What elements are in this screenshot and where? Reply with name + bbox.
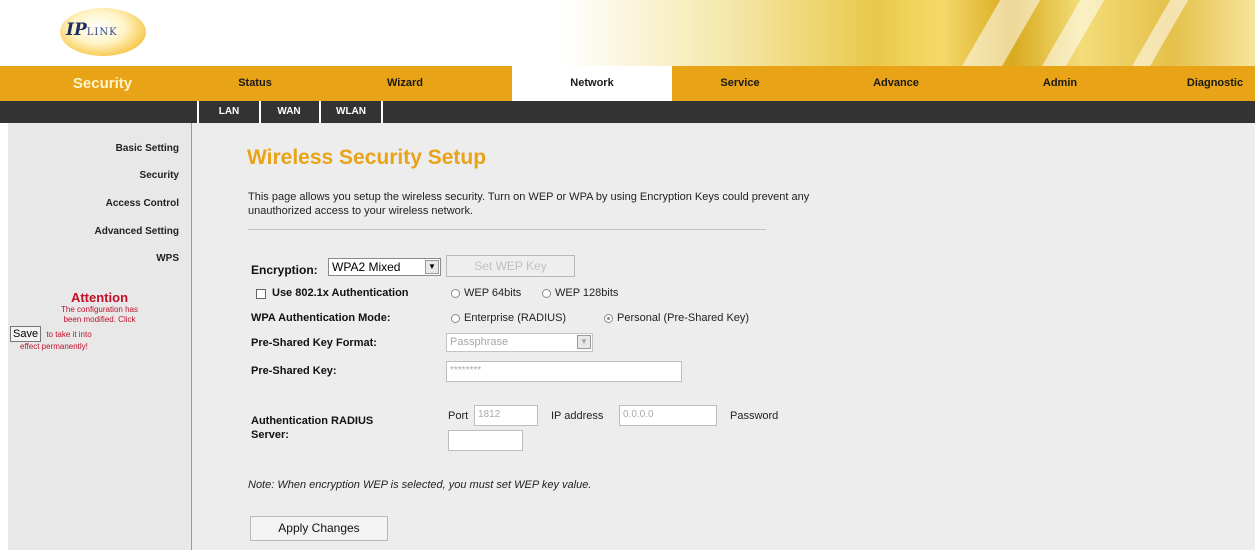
tab-service[interactable]: Service: [690, 66, 790, 101]
tab-advance[interactable]: Advance: [846, 66, 946, 101]
enterprise-radio[interactable]: [451, 314, 460, 323]
wep128-radio[interactable]: [542, 289, 551, 298]
ip-address-input[interactable]: 0.0.0.0: [619, 405, 717, 426]
wep64-label: WEP 64bits: [464, 287, 522, 299]
radius-label-1: Authentication RADIUS: [251, 415, 374, 427]
personal-label: Personal (Pre-Shared Key): [617, 312, 750, 324]
sidebar-item-access-control[interactable]: Access Control: [106, 198, 179, 209]
chevron-down-icon: ▼: [577, 335, 591, 349]
wep-note: Note: When encryption WEP is selected, y…: [248, 479, 592, 491]
password-input[interactable]: [448, 430, 523, 451]
logo-link: LINK: [86, 27, 118, 38]
sidebar: Basic Setting Security Access Control Ad…: [8, 123, 192, 550]
apply-changes-button[interactable]: Apply Changes: [250, 516, 388, 541]
attention-line-2: been modified. Click: [63, 315, 136, 324]
attention-line-1: The configuration has: [61, 305, 138, 314]
password-label: Password: [730, 410, 779, 422]
chevron-down-icon: ▼: [425, 260, 439, 274]
set-wep-key-button[interactable]: Set WEP Key: [446, 255, 575, 277]
attention-line-3: to take it into: [46, 330, 92, 339]
header-banner: IPLINK: [0, 0, 1255, 66]
attention-line-4: effect permanently!: [20, 342, 88, 351]
use-8021x-label: Use 802.1x Authentication: [272, 287, 409, 299]
subtab-wan[interactable]: WAN: [259, 101, 321, 123]
attention-panel: Attention The configuration has been mod…: [8, 290, 191, 352]
logo-text: IPLINK: [66, 20, 118, 40]
psk-input[interactable]: ********: [446, 361, 682, 382]
sub-nav: LAN WAN WLAN: [0, 101, 1255, 123]
subtab-lan[interactable]: LAN: [197, 101, 261, 123]
tab-diagnostic[interactable]: Diagnostic: [1175, 66, 1255, 101]
sidebar-item-wps[interactable]: WPS: [156, 253, 179, 264]
section-brand: Security: [72, 75, 133, 92]
attention-title: Attention: [70, 290, 129, 305]
port-label: Port: [448, 410, 469, 422]
sidebar-item-advanced-setting[interactable]: Advanced Setting: [95, 226, 179, 237]
port-input[interactable]: 1812: [474, 405, 538, 426]
main-content: Wireless Security Setup This page allows…: [192, 123, 1255, 550]
radius-label-2: Server:: [251, 429, 289, 441]
wep64-radio[interactable]: [451, 289, 460, 298]
page-description: This page allows you setup the wireless …: [248, 191, 810, 217]
tab-network[interactable]: Network: [512, 66, 672, 101]
wpa-mode-label: WPA Authentication Mode:: [251, 312, 391, 324]
personal-radio[interactable]: [604, 314, 613, 323]
tab-wizard[interactable]: Wizard: [355, 66, 455, 101]
page-title: Wireless Security Setup: [247, 146, 487, 169]
psk-label: Pre-Shared Key:: [251, 365, 337, 377]
sidebar-item-security[interactable]: Security: [140, 170, 179, 181]
logo-ip: IP: [66, 20, 87, 40]
enterprise-label: Enterprise (RADIUS): [464, 312, 567, 324]
encryption-label: Encryption:: [251, 263, 318, 277]
encryption-select[interactable]: WPA2 Mixed ▼: [328, 258, 441, 276]
psk-format-value: Passphrase: [450, 336, 509, 348]
save-button[interactable]: Save: [10, 326, 42, 342]
use-8021x-checkbox[interactable]: [256, 289, 266, 299]
encryption-value: WPA2 Mixed: [332, 260, 401, 274]
attention-save-row: Save to take it into: [8, 326, 191, 342]
wep128-label: WEP 128bits: [555, 287, 619, 299]
subtab-wlan[interactable]: WLAN: [321, 101, 383, 123]
main-nav: Security Status Wizard Network Service A…: [0, 66, 1255, 101]
psk-format-label: Pre-Shared Key Format:: [251, 337, 377, 349]
ip-address-label: IP address: [551, 410, 604, 422]
sidebar-item-basic-setting[interactable]: Basic Setting: [116, 143, 179, 154]
divider: [248, 229, 766, 230]
tab-admin[interactable]: Admin: [1010, 66, 1110, 101]
psk-format-select[interactable]: Passphrase ▼: [446, 333, 593, 352]
tab-status[interactable]: Status: [205, 66, 305, 101]
